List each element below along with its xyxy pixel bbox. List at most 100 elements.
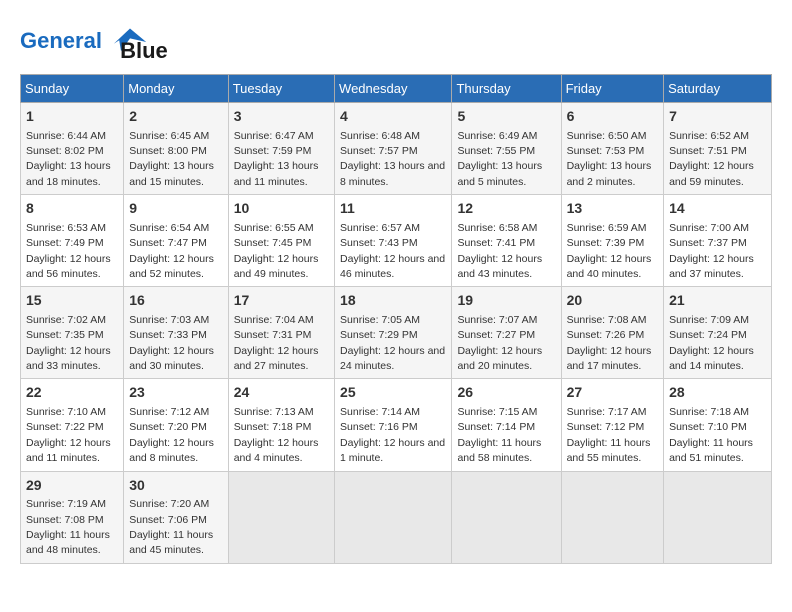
weekday-header: Tuesday [228, 75, 334, 103]
calendar-day-cell: 11 Sunrise: 6:57 AMSunset: 7:43 PMDaylig… [335, 195, 452, 287]
calendar-day-cell: 26 Sunrise: 7:15 AMSunset: 7:14 PMDaylig… [452, 379, 561, 471]
calendar-header-row: SundayMondayTuesdayWednesdayThursdayFrid… [21, 75, 772, 103]
day-info: Sunrise: 7:15 AMSunset: 7:14 PMDaylight:… [457, 406, 541, 464]
calendar-day-cell: 10 Sunrise: 6:55 AMSunset: 7:45 PMDaylig… [228, 195, 334, 287]
day-number: 10 [234, 199, 329, 219]
day-info: Sunrise: 6:50 AMSunset: 7:53 PMDaylight:… [567, 130, 652, 188]
calendar-day-cell: 5 Sunrise: 6:49 AMSunset: 7:55 PMDayligh… [452, 103, 561, 195]
calendar-day-cell [452, 471, 561, 563]
day-info: Sunrise: 7:17 AMSunset: 7:12 PMDaylight:… [567, 406, 651, 464]
day-number: 26 [457, 383, 555, 403]
day-number: 20 [567, 291, 659, 311]
day-number: 19 [457, 291, 555, 311]
day-number: 25 [340, 383, 446, 403]
day-number: 5 [457, 107, 555, 127]
calendar-day-cell: 13 Sunrise: 6:59 AMSunset: 7:39 PMDaylig… [561, 195, 664, 287]
day-info: Sunrise: 6:52 AMSunset: 7:51 PMDaylight:… [669, 130, 754, 188]
calendar-day-cell: 24 Sunrise: 7:13 AMSunset: 7:18 PMDaylig… [228, 379, 334, 471]
weekday-header: Thursday [452, 75, 561, 103]
calendar-day-cell: 23 Sunrise: 7:12 AMSunset: 7:20 PMDaylig… [124, 379, 228, 471]
day-info: Sunrise: 7:20 AMSunset: 7:06 PMDaylight:… [129, 498, 213, 556]
calendar-day-cell: 27 Sunrise: 7:17 AMSunset: 7:12 PMDaylig… [561, 379, 664, 471]
day-info: Sunrise: 7:02 AMSunset: 7:35 PMDaylight:… [26, 314, 111, 372]
logo-text-blue: Blue [120, 38, 168, 64]
weekday-header: Monday [124, 75, 228, 103]
day-info: Sunrise: 7:10 AMSunset: 7:22 PMDaylight:… [26, 406, 111, 464]
day-number: 17 [234, 291, 329, 311]
calendar-day-cell: 3 Sunrise: 6:47 AMSunset: 7:59 PMDayligh… [228, 103, 334, 195]
day-info: Sunrise: 6:55 AMSunset: 7:45 PMDaylight:… [234, 222, 319, 280]
calendar-day-cell: 29 Sunrise: 7:19 AMSunset: 7:08 PMDaylig… [21, 471, 124, 563]
page-header: General Blue [20, 20, 772, 64]
day-number: 6 [567, 107, 659, 127]
calendar-day-cell: 7 Sunrise: 6:52 AMSunset: 7:51 PMDayligh… [664, 103, 772, 195]
calendar-week-row: 15 Sunrise: 7:02 AMSunset: 7:35 PMDaylig… [21, 287, 772, 379]
day-info: Sunrise: 6:59 AMSunset: 7:39 PMDaylight:… [567, 222, 652, 280]
calendar-day-cell: 21 Sunrise: 7:09 AMSunset: 7:24 PMDaylig… [664, 287, 772, 379]
calendar-day-cell: 1 Sunrise: 6:44 AMSunset: 8:02 PMDayligh… [21, 103, 124, 195]
logo: General Blue [20, 20, 168, 64]
day-number: 15 [26, 291, 118, 311]
day-info: Sunrise: 6:45 AMSunset: 8:00 PMDaylight:… [129, 130, 214, 188]
calendar-day-cell [228, 471, 334, 563]
day-info: Sunrise: 7:19 AMSunset: 7:08 PMDaylight:… [26, 498, 110, 556]
day-info: Sunrise: 7:00 AMSunset: 7:37 PMDaylight:… [669, 222, 754, 280]
calendar-week-row: 1 Sunrise: 6:44 AMSunset: 8:02 PMDayligh… [21, 103, 772, 195]
calendar-table: SundayMondayTuesdayWednesdayThursdayFrid… [20, 74, 772, 564]
day-number: 13 [567, 199, 659, 219]
calendar-day-cell: 15 Sunrise: 7:02 AMSunset: 7:35 PMDaylig… [21, 287, 124, 379]
weekday-header: Saturday [664, 75, 772, 103]
calendar-day-cell: 2 Sunrise: 6:45 AMSunset: 8:00 PMDayligh… [124, 103, 228, 195]
day-number: 29 [26, 476, 118, 496]
day-number: 3 [234, 107, 329, 127]
day-number: 1 [26, 107, 118, 127]
day-info: Sunrise: 7:05 AMSunset: 7:29 PMDaylight:… [340, 314, 445, 372]
day-number: 4 [340, 107, 446, 127]
calendar-week-row: 29 Sunrise: 7:19 AMSunset: 7:08 PMDaylig… [21, 471, 772, 563]
calendar-week-row: 8 Sunrise: 6:53 AMSunset: 7:49 PMDayligh… [21, 195, 772, 287]
day-number: 22 [26, 383, 118, 403]
day-info: Sunrise: 7:07 AMSunset: 7:27 PMDaylight:… [457, 314, 542, 372]
day-number: 11 [340, 199, 446, 219]
day-info: Sunrise: 7:14 AMSunset: 7:16 PMDaylight:… [340, 406, 445, 464]
day-info: Sunrise: 7:13 AMSunset: 7:18 PMDaylight:… [234, 406, 319, 464]
logo-text-general: General [20, 28, 102, 53]
day-info: Sunrise: 6:44 AMSunset: 8:02 PMDaylight:… [26, 130, 111, 188]
calendar-day-cell [561, 471, 664, 563]
weekday-header: Friday [561, 75, 664, 103]
day-info: Sunrise: 6:49 AMSunset: 7:55 PMDaylight:… [457, 130, 542, 188]
day-info: Sunrise: 6:48 AMSunset: 7:57 PMDaylight:… [340, 130, 445, 188]
calendar-week-row: 22 Sunrise: 7:10 AMSunset: 7:22 PMDaylig… [21, 379, 772, 471]
day-info: Sunrise: 6:47 AMSunset: 7:59 PMDaylight:… [234, 130, 319, 188]
weekday-header: Sunday [21, 75, 124, 103]
day-number: 2 [129, 107, 222, 127]
day-info: Sunrise: 7:03 AMSunset: 7:33 PMDaylight:… [129, 314, 214, 372]
calendar-day-cell: 28 Sunrise: 7:18 AMSunset: 7:10 PMDaylig… [664, 379, 772, 471]
calendar-day-cell: 12 Sunrise: 6:58 AMSunset: 7:41 PMDaylig… [452, 195, 561, 287]
calendar-day-cell: 16 Sunrise: 7:03 AMSunset: 7:33 PMDaylig… [124, 287, 228, 379]
calendar-day-cell: 17 Sunrise: 7:04 AMSunset: 7:31 PMDaylig… [228, 287, 334, 379]
calendar-day-cell: 18 Sunrise: 7:05 AMSunset: 7:29 PMDaylig… [335, 287, 452, 379]
calendar-day-cell [664, 471, 772, 563]
calendar-day-cell: 25 Sunrise: 7:14 AMSunset: 7:16 PMDaylig… [335, 379, 452, 471]
calendar-day-cell: 22 Sunrise: 7:10 AMSunset: 7:22 PMDaylig… [21, 379, 124, 471]
day-number: 30 [129, 476, 222, 496]
day-number: 16 [129, 291, 222, 311]
day-number: 12 [457, 199, 555, 219]
day-info: Sunrise: 6:57 AMSunset: 7:43 PMDaylight:… [340, 222, 445, 280]
day-number: 9 [129, 199, 222, 219]
weekday-header: Wednesday [335, 75, 452, 103]
day-info: Sunrise: 6:53 AMSunset: 7:49 PMDaylight:… [26, 222, 111, 280]
day-number: 28 [669, 383, 766, 403]
day-number: 27 [567, 383, 659, 403]
day-number: 14 [669, 199, 766, 219]
day-number: 7 [669, 107, 766, 127]
calendar-day-cell: 19 Sunrise: 7:07 AMSunset: 7:27 PMDaylig… [452, 287, 561, 379]
calendar-day-cell: 6 Sunrise: 6:50 AMSunset: 7:53 PMDayligh… [561, 103, 664, 195]
calendar-day-cell: 8 Sunrise: 6:53 AMSunset: 7:49 PMDayligh… [21, 195, 124, 287]
day-number: 24 [234, 383, 329, 403]
day-number: 8 [26, 199, 118, 219]
calendar-day-cell: 14 Sunrise: 7:00 AMSunset: 7:37 PMDaylig… [664, 195, 772, 287]
calendar-day-cell: 9 Sunrise: 6:54 AMSunset: 7:47 PMDayligh… [124, 195, 228, 287]
day-number: 18 [340, 291, 446, 311]
